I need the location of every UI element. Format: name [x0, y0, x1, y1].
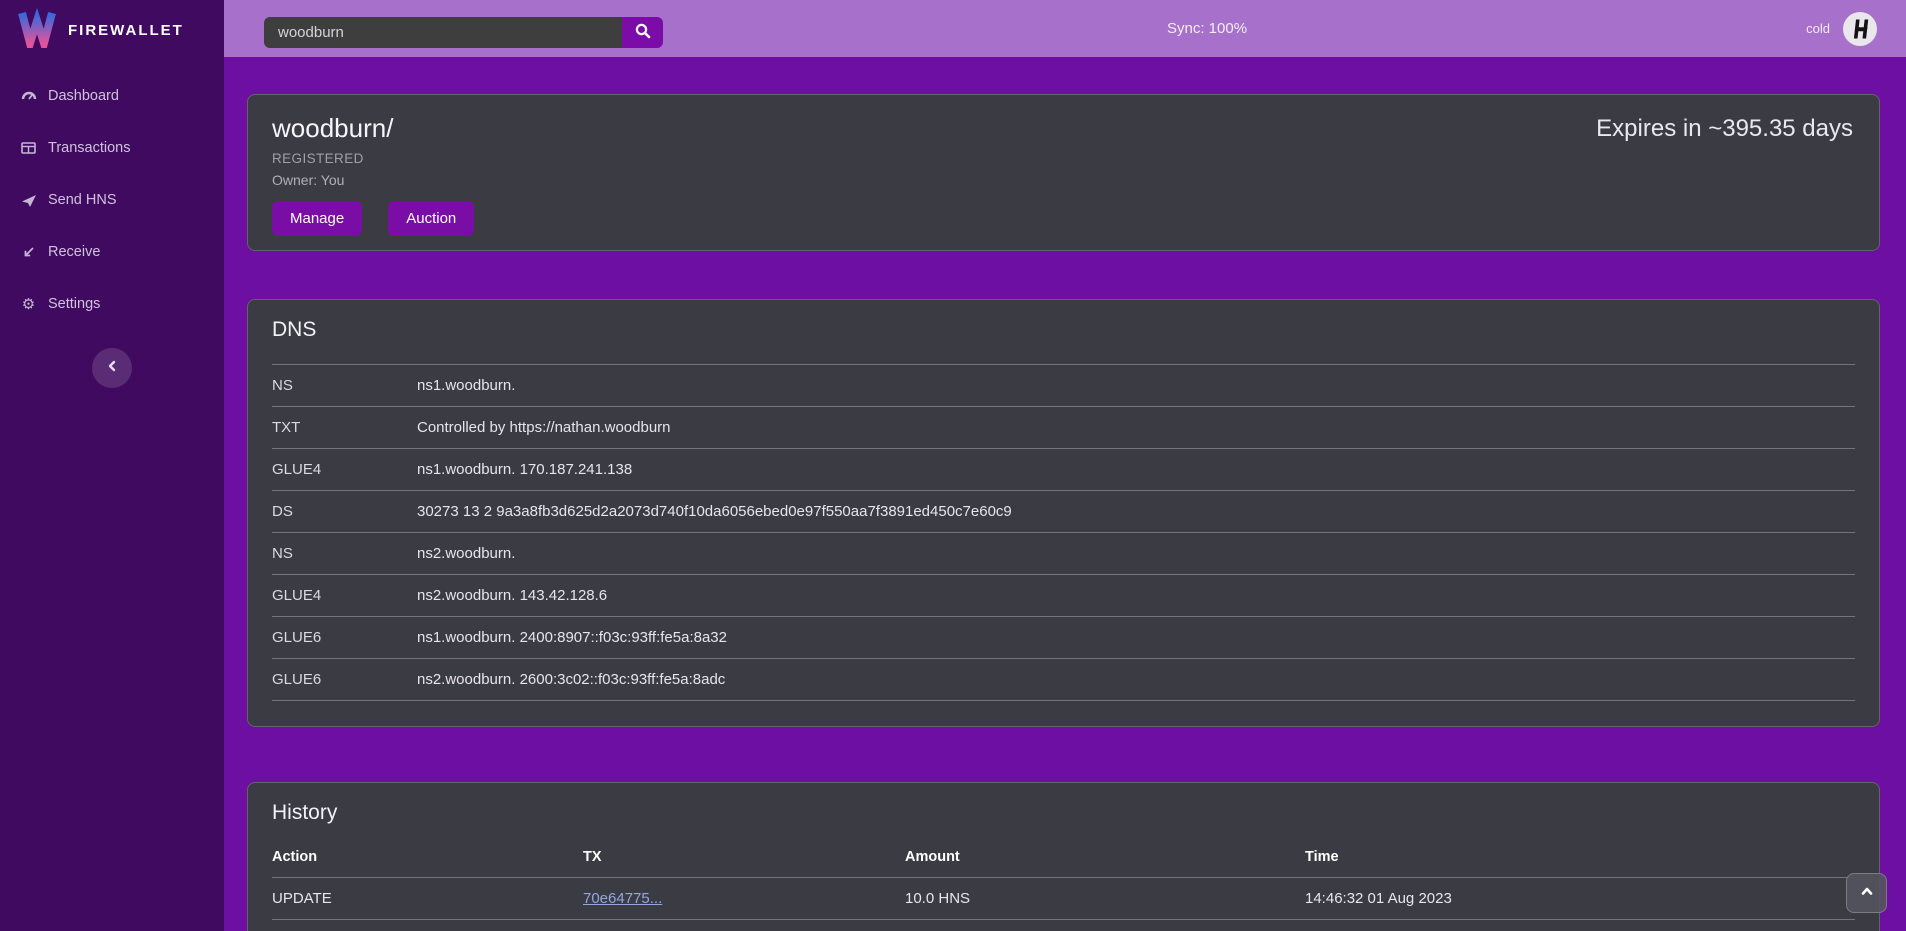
dashboard-icon — [20, 88, 37, 104]
dns-record-value: ns1.woodburn. 2400:8907::f03c:93ff:fe5a:… — [417, 629, 1855, 646]
sidebar-item-send-hns[interactable]: Send HNS — [0, 174, 224, 226]
dns-record-row: TXT Controlled by https://nathan.woodbur… — [272, 406, 1855, 448]
sync-status: Sync: 100% — [1167, 0, 1247, 57]
dns-record-value: 30273 13 2 9a3a8fb3d625d2a2073d740f10da6… — [417, 503, 1855, 520]
dns-record-type: NS — [272, 377, 417, 394]
sidebar-item-label: Send HNS — [48, 192, 117, 208]
history-time: 14:46:32 01 Aug 2023 — [1305, 890, 1855, 907]
history-header-row: Action TX Amount Time — [272, 837, 1855, 878]
dns-record-value: Controlled by https://nathan.woodburn — [417, 419, 1855, 436]
brand-title: FIREWALLET — [68, 22, 184, 39]
dns-record-row: GLUE6 ns2.woodburn. 2600:3c02::f03c:93ff… — [272, 658, 1855, 700]
dns-record-value: ns1.woodburn. 170.187.241.138 — [417, 461, 1855, 478]
sidebar-nav: Dashboard Transactions Send HNS Receive … — [0, 70, 224, 330]
dns-table: NS ns1.woodburn. TXT Controlled by https… — [272, 364, 1855, 701]
history-column-action: Action — [272, 849, 583, 865]
search-button[interactable] — [622, 17, 663, 48]
history-row: UPDATE 70e64775... 10.0 HNS 14:46:32 01 … — [272, 878, 1855, 920]
send-icon — [20, 193, 37, 208]
dns-record-value: ns2.woodburn. — [417, 545, 1855, 562]
dns-record-row: GLUE4 ns2.woodburn. 143.42.128.6 — [272, 574, 1855, 616]
topbar: Sync: 100% cold — [224, 0, 1906, 57]
sidebar-item-settings[interactable]: ⚙ Settings — [0, 278, 224, 330]
history-amount: 10.0 HNS — [905, 890, 1305, 907]
dns-record-type: GLUE4 — [272, 461, 417, 478]
tx-link[interactable]: 70e64775... — [583, 890, 662, 907]
history-card: History Action TX Amount Time UPDATE 70e… — [247, 782, 1880, 931]
history-column-tx: TX — [583, 849, 905, 865]
history-action: UPDATE — [272, 890, 583, 907]
search-input[interactable] — [264, 17, 622, 48]
dns-record-type: GLUE6 — [272, 629, 417, 646]
settings-icon: ⚙ — [20, 295, 37, 313]
history-column-amount: Amount — [905, 849, 1305, 865]
sidebar-item-label: Transactions — [48, 140, 130, 156]
history-row: RENEW 47b06575... 10.0 HNS 15:47:06 27 J… — [272, 920, 1855, 931]
auction-button[interactable]: Auction — [388, 201, 474, 236]
search-icon — [634, 22, 652, 43]
domain-status: REGISTERED — [272, 151, 1855, 166]
sidebar-item-receive[interactable]: Receive — [0, 226, 224, 278]
sidebar-collapse-button[interactable] — [92, 348, 132, 388]
search-bar — [264, 17, 663, 48]
sidebar-item-transactions[interactable]: Transactions — [0, 122, 224, 174]
dns-title: DNS — [272, 318, 1855, 342]
topbar-right: cold — [1806, 0, 1878, 57]
brand-row: FIREWALLET — [0, 0, 224, 58]
scroll-to-top-button[interactable] — [1846, 873, 1887, 913]
handshake-logo-icon[interactable] — [1842, 11, 1878, 47]
sidebar-item-label: Dashboard — [48, 88, 119, 104]
firewallet-logo-icon — [16, 8, 58, 53]
receive-icon — [20, 245, 37, 260]
history-column-time: Time — [1305, 849, 1855, 865]
dns-record-value: ns2.woodburn. 143.42.128.6 — [417, 587, 1855, 604]
manage-button[interactable]: Manage — [272, 201, 362, 236]
dns-record-value: ns2.woodburn. 2600:3c02::f03c:93ff:fe5a:… — [417, 671, 1855, 688]
sidebar-item-label: Settings — [48, 296, 100, 312]
dns-record-type: GLUE6 — [272, 671, 417, 688]
dns-record-row: GLUE6 ns1.woodburn. 2400:8907::f03c:93ff… — [272, 616, 1855, 658]
dns-card: DNS NS ns1.woodburn. TXT Controlled by h… — [247, 299, 1880, 727]
wallet-name-label: cold — [1806, 21, 1830, 36]
dns-record-row: NS ns2.woodburn. — [272, 532, 1855, 574]
history-title: History — [272, 801, 1855, 825]
sidebar-item-label: Receive — [48, 244, 100, 260]
domain-card: woodburn/ REGISTERED Owner: You Manage A… — [247, 94, 1880, 251]
sidebar: FIREWALLET Dashboard Transactions Send H… — [0, 0, 224, 931]
transactions-icon — [20, 141, 37, 155]
dns-record-type: GLUE4 — [272, 587, 417, 604]
dns-record-value: ns1.woodburn. — [417, 377, 1855, 394]
dns-record-type: DS — [272, 503, 417, 520]
chevron-up-icon — [1858, 884, 1876, 903]
dns-record-type: NS — [272, 545, 417, 562]
chevron-left-icon — [104, 358, 120, 379]
domain-owner: Owner: You — [272, 172, 1855, 188]
expires-label: Expires in ~395.35 days — [1596, 115, 1853, 143]
dns-record-row: GLUE4 ns1.woodburn. 170.187.241.138 — [272, 448, 1855, 490]
dns-record-row: NS ns1.woodburn. — [272, 364, 1855, 406]
dns-record-row: DS 30273 13 2 9a3a8fb3d625d2a2073d740f10… — [272, 490, 1855, 532]
sidebar-item-dashboard[interactable]: Dashboard — [0, 70, 224, 122]
dns-record-type: TXT — [272, 419, 417, 436]
